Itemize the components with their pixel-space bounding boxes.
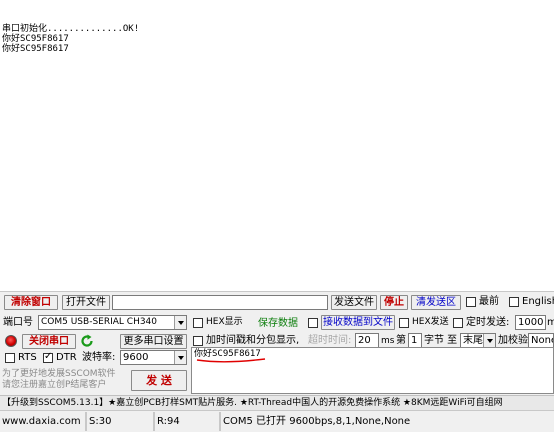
interval-input[interactable]: 1000: [515, 315, 546, 330]
ad-bar[interactable]: 【升级到SSCOM5.13.1】★嘉立创PCB打样SMT贴片服务. ★RT-Th…: [0, 395, 554, 410]
hex-send-label: HEX发送: [412, 317, 449, 327]
port-select[interactable]: COM5 USB-SERIAL CH340: [38, 315, 187, 330]
receive-count: R:94: [154, 412, 220, 431]
chevron-down-icon[interactable]: [174, 316, 186, 329]
promo-line-2[interactable]: 请您注册嘉立创P结尾客户: [2, 380, 106, 391]
interval-unit: m: [547, 317, 554, 328]
receive-area[interactable]: 串口初始化..............OK! 你好SC95F8617 你好SC95F…: [0, 0, 554, 291]
clear-window-button[interactable]: 清除窗口: [4, 295, 58, 310]
save-data-button[interactable]: 保存数据: [254, 316, 302, 330]
receive-line: 你好SC95F8617: [2, 34, 69, 44]
baud-value: 9600: [123, 352, 149, 363]
byte-unit-label: 字节 至: [424, 335, 458, 346]
hex-display-label: HEX显示: [206, 317, 243, 327]
chevron-down-icon[interactable]: [174, 351, 186, 364]
send-button[interactable]: 发 送: [131, 370, 187, 391]
toolbar: 清除窗口 打开文件 发送文件 停止 清发送区 最前 English: [0, 291, 554, 313]
byte-prefix-label: 第: [396, 335, 406, 346]
receive-line: 你好SC95F8617: [2, 44, 69, 54]
end-value: 末尾: [463, 335, 483, 346]
chevron-down-icon[interactable]: [483, 334, 495, 347]
baud-select[interactable]: 9600: [120, 350, 187, 365]
close-port-button[interactable]: 关闭串口: [22, 334, 76, 349]
baud-label: 波特率:: [82, 352, 116, 363]
port-status: COM5 已打开 9600bps,8,1,None,None: [220, 412, 554, 431]
recv-to-file-button[interactable]: 接收数据到文件: [321, 315, 395, 330]
underline-annotation: [196, 358, 266, 363]
byte-input[interactable]: 1: [408, 333, 422, 348]
more-settings-button[interactable]: 更多串口设置: [120, 334, 187, 349]
recv-to-file-checkbox[interactable]: [308, 318, 318, 328]
rts-label: RTS: [18, 352, 37, 363]
port-label: 端口号: [3, 317, 33, 328]
send-input[interactable]: 你好SC95F8617: [191, 347, 554, 394]
clear-send-area-button[interactable]: 清发送区: [411, 295, 461, 310]
add-timestamp-checkbox[interactable]: [193, 336, 203, 346]
checksum-label: 加校验: [498, 335, 528, 346]
refresh-icon[interactable]: [80, 334, 94, 348]
port-value: COM5 USB-SERIAL CH340: [41, 317, 158, 327]
rts-checkbox[interactable]: [5, 353, 15, 363]
port-open-indicator-icon: [5, 335, 17, 347]
website-label[interactable]: www.daxia.com: [0, 412, 86, 431]
send-count: S:30: [86, 412, 154, 431]
dtr-checkbox[interactable]: [43, 351, 53, 363]
ad-text: 【升级到SSCOM5.13.1】★嘉立创PCB打样SMT贴片服务. ★RT-Th…: [2, 398, 503, 408]
topmost-checkbox[interactable]: [466, 297, 476, 307]
timed-send-checkbox[interactable]: [453, 318, 463, 328]
open-file-button[interactable]: 打开文件: [62, 295, 110, 310]
topmost-label: 最前: [479, 296, 499, 307]
timeout-input[interactable]: 20: [355, 333, 379, 348]
dtr-label: DTR: [56, 352, 77, 363]
file-path-input[interactable]: [112, 295, 328, 310]
promo-line-1[interactable]: 为了更好地发展SSCOM软件: [2, 369, 116, 380]
english-checkbox[interactable]: [509, 297, 519, 307]
hex-display-checkbox[interactable]: [193, 318, 203, 328]
english-label: English: [522, 296, 554, 307]
send-file-button[interactable]: 发送文件: [331, 295, 377, 310]
checksum-select[interactable]: None: [528, 333, 554, 348]
hex-send-checkbox[interactable]: [399, 318, 409, 328]
stop-button[interactable]: 停止: [380, 295, 408, 310]
receive-line: 串口初始化..............OK!: [2, 24, 140, 34]
add-timestamp-label: 加时间戳和分包显示,: [206, 335, 300, 346]
timeout-label: 超时时间:: [308, 335, 352, 346]
status-bar: www.daxia.com S:30 R:94 COM5 已打开 9600bps…: [0, 410, 554, 432]
end-select[interactable]: 末尾: [460, 333, 496, 348]
timed-send-label: 定时发送:: [466, 317, 510, 328]
